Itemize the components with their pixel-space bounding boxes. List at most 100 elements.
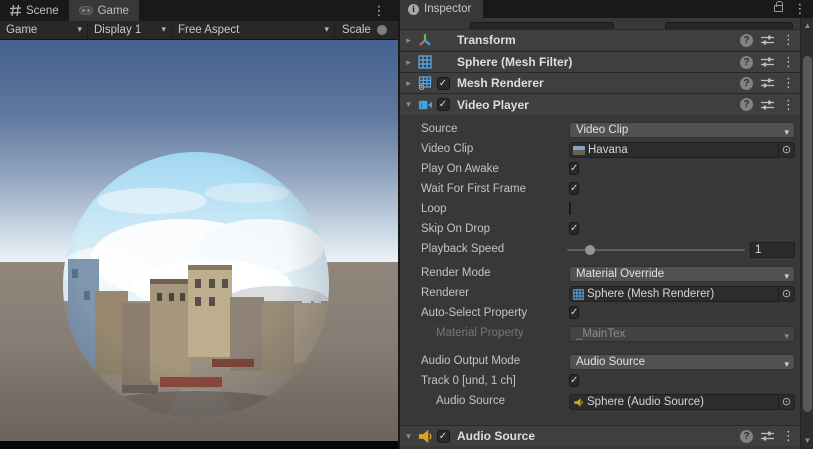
component-enabled-checkbox[interactable]: [437, 98, 450, 111]
component-menu-icon[interactable]: [782, 54, 792, 70]
presets-icon[interactable]: [761, 77, 774, 89]
playback-speed-value-field[interactable]: 1: [750, 242, 795, 258]
window-bottom-edge: [0, 441, 398, 449]
track-0-checkbox[interactable]: [569, 374, 579, 387]
tab-scene-label: Scene: [26, 5, 59, 17]
help-icon[interactable]: [740, 34, 753, 47]
clipped-widget: [665, 22, 793, 29]
display-dropdown-value: Display 1: [94, 24, 141, 36]
renderer-object-field[interactable]: Sphere (Mesh Renderer): [569, 286, 795, 302]
tab-scene[interactable]: Scene: [0, 0, 69, 21]
video-player-icon: [417, 97, 433, 113]
component-header-transform[interactable]: Transform: [400, 29, 802, 50]
dropdown-value: Material Override: [576, 268, 664, 280]
component-menu-icon[interactable]: [782, 75, 792, 91]
component-header-mesh-renderer[interactable]: Mesh Renderer: [400, 72, 802, 93]
scale-label: Scale: [342, 24, 371, 36]
presets-icon[interactable]: [761, 430, 774, 442]
game-panel-menu-button[interactable]: [372, 3, 386, 19]
play-on-awake-checkbox[interactable]: [569, 162, 579, 175]
component-menu-icon[interactable]: [782, 97, 792, 113]
component-header-video-player[interactable]: Video Player: [400, 93, 802, 115]
scale-slider-knob[interactable]: [377, 25, 387, 35]
audio-output-mode-dropdown[interactable]: Audio Source: [569, 354, 795, 370]
field-label: Source: [421, 123, 457, 135]
audio-source-object-field[interactable]: Sphere (Audio Source): [569, 394, 795, 410]
row-auto-select-property: Auto-Select Property: [400, 304, 802, 324]
game-panel: Scene Game Game Display 1 Free Aspect: [0, 0, 398, 449]
render-mode-dropdown[interactable]: Material Override: [569, 266, 795, 282]
source-dropdown[interactable]: Video Clip: [569, 122, 795, 138]
row-wait-for-first-frame: Wait For First Frame: [400, 180, 802, 200]
wait-for-first-frame-checkbox[interactable]: [569, 182, 579, 195]
foldout-arrow-icon[interactable]: [400, 431, 417, 442]
help-icon[interactable]: [740, 77, 753, 90]
object-picker-icon[interactable]: [778, 143, 794, 157]
component-menu-icon[interactable]: [782, 32, 792, 48]
field-label: Auto-Select Property: [421, 307, 527, 319]
row-skip-on-drop: Skip On Drop: [400, 220, 802, 240]
foldout-arrow-icon[interactable]: [400, 78, 417, 89]
game-toolbar: Game Display 1 Free Aspect Scale: [0, 21, 398, 40]
presets-icon[interactable]: [761, 34, 774, 46]
presets-icon[interactable]: [761, 56, 774, 68]
scroll-up-icon[interactable]: [801, 20, 813, 32]
aspect-ratio-dropdown[interactable]: Free Aspect: [172, 21, 335, 40]
display-dropdown[interactable]: Display 1: [88, 21, 172, 40]
component-title: Mesh Renderer: [457, 76, 544, 90]
lock-icon[interactable]: [774, 5, 783, 12]
field-label: Renderer: [421, 287, 469, 299]
tab-inspector[interactable]: Inspector: [400, 0, 483, 18]
scrolled-content-sliver: [400, 18, 802, 29]
info-icon: [408, 4, 419, 15]
audio-source-icon: [573, 397, 584, 408]
object-field-value: Sphere (Audio Source): [587, 396, 704, 408]
video-clip-object-field[interactable]: Havana: [569, 142, 795, 158]
object-field-value: Sphere (Mesh Renderer): [587, 288, 714, 300]
transform-icon: [417, 32, 433, 48]
presets-icon[interactable]: [761, 99, 774, 111]
field-label: Audio Source: [436, 395, 505, 407]
scroll-down-icon[interactable]: [801, 435, 813, 447]
help-icon[interactable]: [740, 56, 753, 69]
video-clip-thumbnail-icon: [573, 146, 585, 155]
help-icon[interactable]: [740, 98, 753, 111]
clipped-widget: [470, 22, 614, 29]
field-label: Audio Output Mode: [421, 355, 520, 367]
playback-speed-slider-knob[interactable]: [585, 245, 595, 255]
help-icon[interactable]: [740, 430, 753, 443]
row-render-mode: Render Mode Material Override: [400, 264, 802, 284]
unity-editor-window: Scene Game Game Display 1 Free Aspect: [0, 0, 813, 449]
component-header-mesh-filter[interactable]: Sphere (Mesh Filter): [400, 51, 802, 72]
component-menu-icon[interactable]: [782, 428, 792, 444]
component-enabled-checkbox[interactable]: [437, 430, 450, 443]
tab-game[interactable]: Game: [69, 0, 139, 21]
game-mode-dropdown[interactable]: Game: [0, 21, 88, 40]
tab-inspector-label: Inspector: [424, 3, 471, 15]
foldout-arrow-icon[interactable]: [400, 57, 417, 68]
component-title: Audio Source: [457, 429, 535, 443]
component-enabled-checkbox[interactable]: [437, 77, 450, 90]
field-label: Track 0 [und, 1 ch]: [421, 375, 516, 387]
dropdown-value: Video Clip: [576, 124, 628, 136]
foldout-arrow-icon[interactable]: [400, 35, 417, 46]
field-label: Loop: [421, 203, 447, 215]
chevron-down-icon: [324, 24, 329, 35]
chevron-down-icon: [784, 269, 789, 283]
mesh-renderer-icon: [573, 289, 584, 300]
inspector-scrollbar[interactable]: [800, 18, 813, 449]
scrollbar-thumb[interactable]: [803, 56, 812, 412]
chevron-down-icon: [161, 24, 166, 35]
loop-checkbox[interactable]: [569, 202, 571, 215]
skip-on-drop-checkbox[interactable]: [569, 222, 579, 235]
mesh-renderer-icon: [417, 75, 433, 91]
object-picker-icon[interactable]: [778, 395, 794, 409]
inspector-panel: Inspector Transform: [398, 0, 813, 449]
game-viewport[interactable]: [0, 40, 398, 441]
inspector-menu-button[interactable]: [793, 1, 807, 17]
component-header-audio-source[interactable]: Audio Source: [400, 425, 802, 446]
row-renderer: Renderer Sphere (Mesh Renderer): [400, 284, 802, 304]
foldout-arrow-icon[interactable]: [400, 99, 417, 110]
object-picker-icon[interactable]: [778, 287, 794, 301]
auto-select-property-checkbox[interactable]: [569, 306, 579, 319]
